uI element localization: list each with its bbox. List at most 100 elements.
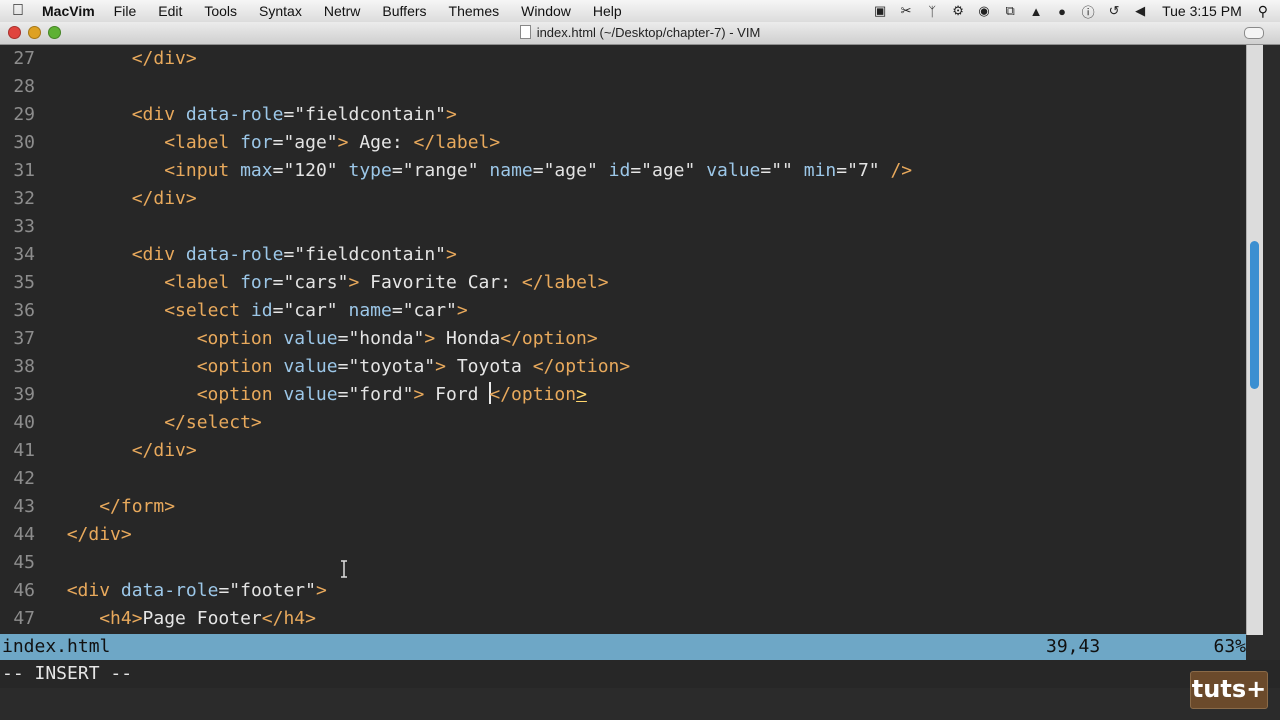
scrollbar-thumb[interactable] xyxy=(1250,241,1259,389)
vim-command-line[interactable]: -- INSERT -- xyxy=(0,660,1280,688)
window-bottom-edge xyxy=(0,688,1280,720)
window-close-button[interactable] xyxy=(8,26,21,39)
code-line[interactable]: 47 <h4>Page Footer</h4> xyxy=(0,605,1246,633)
scissors-icon[interactable]: ✂ xyxy=(898,3,914,19)
menu-themes[interactable]: Themes xyxy=(449,3,500,19)
info-icon[interactable]: ⓘ xyxy=(1080,3,1096,20)
code-text[interactable]: <label for="cars"> Favorite Car: </label… xyxy=(45,272,608,293)
line-number: 27 xyxy=(13,48,35,69)
copy-icon[interactable]: ⧉ xyxy=(1002,3,1018,19)
code-line[interactable]: 36 <select id="car" name="car"> xyxy=(0,297,1246,325)
code-text[interactable]: <input max="120" type="range" name="age"… xyxy=(45,160,912,181)
fork-icon[interactable]: ᛉ xyxy=(924,3,940,19)
code-text[interactable]: <div data-role="footer"> xyxy=(45,580,327,601)
line-number: 43 xyxy=(13,496,35,517)
window-title-bar: index.html (~/Desktop/chapter-7) - VIM xyxy=(0,22,1280,45)
code-text[interactable]: <option value="ford"> Ford </option> xyxy=(45,382,587,405)
line-number: 30 xyxy=(13,132,35,153)
code-text[interactable]: <h4>Page Footer</h4> xyxy=(45,608,316,629)
code-text[interactable]: <label for="age"> Age: </label> xyxy=(45,132,500,153)
code-line[interactable]: 43 </form> xyxy=(0,493,1246,521)
camera-icon[interactable]: ▣ xyxy=(872,3,888,19)
tuts-plus-logo: tuts+ xyxy=(1190,671,1268,709)
code-line[interactable]: 37 <option value="honda"> Honda</option> xyxy=(0,325,1246,353)
hat-icon[interactable]: ▲ xyxy=(1028,3,1044,19)
line-number: 31 xyxy=(13,160,35,181)
volume-icon[interactable]: ◀ xyxy=(1132,3,1148,19)
apple-icon[interactable]:  xyxy=(12,2,42,20)
spotlight-search-icon[interactable]: ⚲ xyxy=(1258,3,1268,20)
code-line[interactable]: 34 <div data-role="fieldcontain"> xyxy=(0,241,1246,269)
code-text[interactable]: <div data-role="fieldcontain"> xyxy=(45,104,457,125)
mode-indicator: -- INSERT -- xyxy=(2,663,133,684)
line-number: 45 xyxy=(13,552,35,573)
code-text[interactable]: <div data-role="fieldcontain"> xyxy=(45,244,457,265)
code-text[interactable]: <select id="car" name="car"> xyxy=(45,300,468,321)
vim-status-line: index.html 39,43 63% xyxy=(0,634,1246,660)
menu-syntax[interactable]: Syntax xyxy=(259,3,302,19)
code-line[interactable]: 38 <option value="toyota"> Toyota </opti… xyxy=(0,353,1246,381)
code-line[interactable]: 45 xyxy=(0,549,1246,577)
line-number: 41 xyxy=(13,440,35,461)
status-tray: ▣ ✂ ᛉ ⚙ ◉ ⧉ ▲ ● ⓘ ↺ ◀ Tue 3:15 PM ⚲ xyxy=(872,0,1280,22)
menu-window[interactable]: Window xyxy=(521,3,571,19)
code-text[interactable]: </div> xyxy=(45,524,132,545)
line-number: 40 xyxy=(13,412,35,433)
line-number: 37 xyxy=(13,328,35,349)
line-number: 36 xyxy=(13,300,35,321)
code-text[interactable]: </div> xyxy=(45,188,197,209)
menu-tools[interactable]: Tools xyxy=(204,3,237,19)
code-text[interactable]: </div> xyxy=(45,48,197,69)
menu-app-name[interactable]: MacVim xyxy=(42,3,95,19)
code-line[interactable]: 44 </div> xyxy=(0,521,1246,549)
line-number: 46 xyxy=(13,580,35,601)
code-line[interactable]: 46 <div data-role="footer"> xyxy=(0,577,1246,605)
code-line[interactable]: 35 <label for="cars"> Favorite Car: </la… xyxy=(0,269,1246,297)
gear-icon[interactable]: ⚙ xyxy=(950,3,966,19)
menu-netrw[interactable]: Netrw xyxy=(324,3,361,19)
code-line[interactable]: 42 xyxy=(0,465,1246,493)
globe-icon[interactable]: ◉ xyxy=(976,3,992,19)
toolbar-toggle-button[interactable] xyxy=(1244,27,1264,39)
document-icon xyxy=(519,25,531,39)
status-cursor-position: 39,43 xyxy=(1046,636,1101,657)
code-text[interactable]: <option value="honda"> Honda</option> xyxy=(45,328,598,349)
line-number: 29 xyxy=(13,104,35,125)
menu-file[interactable]: File xyxy=(114,3,137,19)
window-zoom-button[interactable] xyxy=(48,26,61,39)
code-line[interactable]: 33 xyxy=(0,213,1246,241)
code-text[interactable]: </form> xyxy=(45,496,175,517)
code-text[interactable]: </select> xyxy=(45,412,262,433)
code-line[interactable]: 31 <input max="120" type="range" name="a… xyxy=(0,157,1246,185)
code-line[interactable]: 27 </div> xyxy=(0,45,1246,73)
code-text[interactable]: <option value="toyota"> Toyota </option> xyxy=(45,356,631,377)
line-number: 42 xyxy=(13,468,35,489)
line-number: 28 xyxy=(13,76,35,97)
line-number: 39 xyxy=(13,384,35,405)
vertical-scrollbar[interactable] xyxy=(1246,45,1263,635)
menu-bar:  MacVim File Edit Tools Syntax Netrw Bu… xyxy=(0,0,1280,23)
timemachine-icon[interactable]: ↺ xyxy=(1106,3,1122,19)
line-number: 34 xyxy=(13,244,35,265)
code-line[interactable]: 28 xyxy=(0,73,1246,101)
status-scroll-percent: 63% xyxy=(1213,636,1246,657)
window-title: index.html (~/Desktop/chapter-7) - VIM xyxy=(536,25,761,40)
code-line[interactable]: 39 <option value="ford"> Ford </option> xyxy=(0,381,1246,409)
line-number: 47 xyxy=(13,608,35,629)
window-minimize-button[interactable] xyxy=(28,26,41,39)
editor-text-area[interactable]: 27 </div> 28 29 <div data-role="fieldconta… xyxy=(0,45,1246,634)
status-filename: index.html xyxy=(2,636,111,657)
menu-buffers[interactable]: Buffers xyxy=(382,3,426,19)
menu-help[interactable]: Help xyxy=(593,3,622,19)
code-line[interactable]: 32 </div> xyxy=(0,185,1246,213)
code-line[interactable]: 29 <div data-role="fieldcontain"> xyxy=(0,101,1246,129)
code-line[interactable]: 41 </div> xyxy=(0,437,1246,465)
clock[interactable]: Tue 3:15 PM xyxy=(1162,3,1242,19)
code-line[interactable]: 30 <label for="age"> Age: </label> xyxy=(0,129,1246,157)
code-line[interactable]: 40 </select> xyxy=(0,409,1246,437)
chat-icon[interactable]: ● xyxy=(1054,3,1070,19)
code-text[interactable]: </div> xyxy=(45,440,197,461)
line-number: 44 xyxy=(13,524,35,545)
line-number: 35 xyxy=(13,272,35,293)
menu-edit[interactable]: Edit xyxy=(158,3,182,19)
